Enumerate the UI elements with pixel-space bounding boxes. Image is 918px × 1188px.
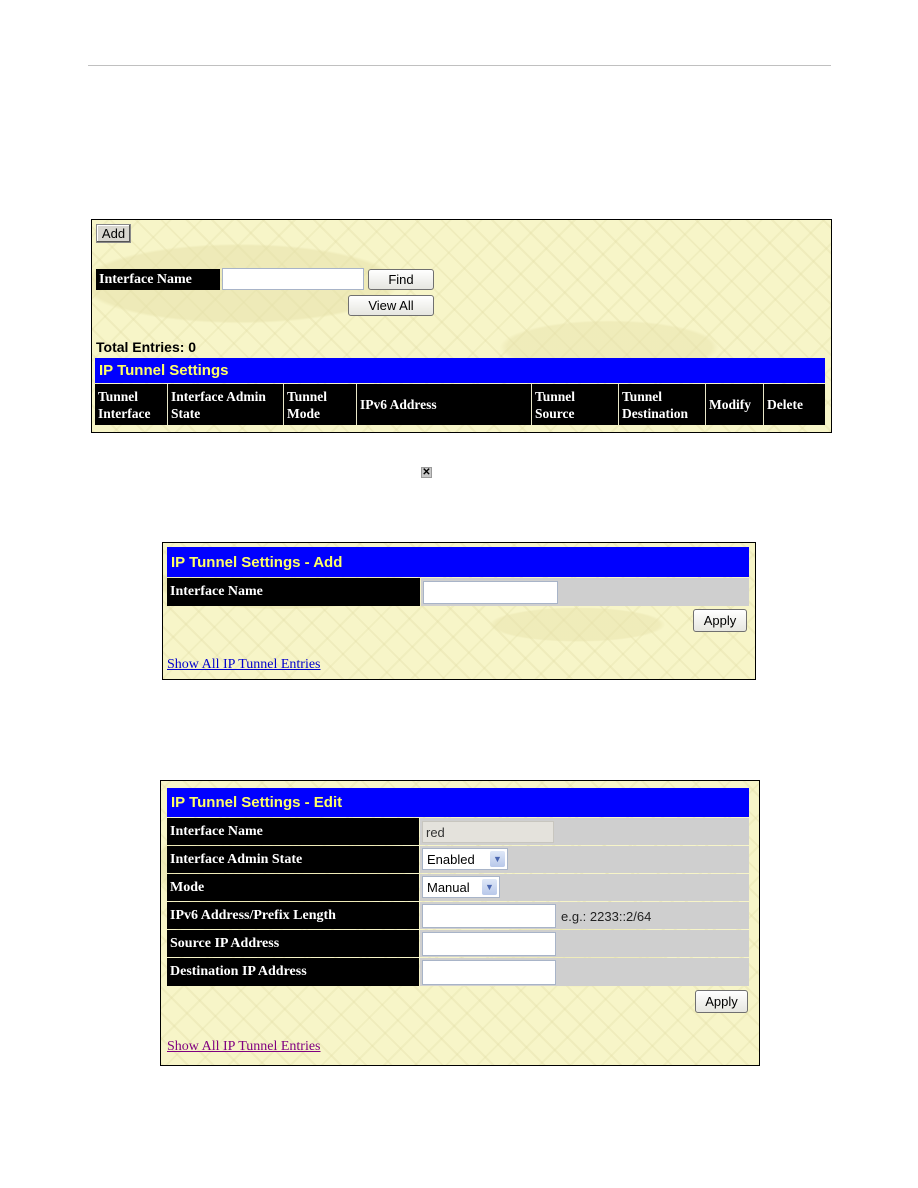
col-tunnel-destination: Tunnel Destination: [619, 384, 706, 425]
col-modify: Modify: [706, 384, 764, 425]
col-tunnel-interface: Tunnel Interface: [95, 384, 168, 425]
add-apply-button[interactable]: Apply: [693, 609, 747, 632]
col-interface-admin-state: Interface Admin State: [168, 384, 284, 425]
mode-select[interactable]: Manual ▼: [422, 876, 500, 898]
ipv6-prefix-input[interactable]: [422, 904, 556, 928]
ip-tunnel-list-panel: Add Interface Name Find View All Total E…: [91, 219, 832, 433]
edit-destination-ip-label: Destination IP Address: [167, 958, 419, 986]
ip-tunnel-edit-panel: IP Tunnel Settings - Edit Interface Name…: [160, 780, 760, 1066]
mode-value: Manual: [427, 879, 470, 895]
col-ipv6-address: IPv6 Address: [357, 384, 532, 425]
edit-source-ip-label: Source IP Address: [167, 930, 419, 957]
interface-name-label: Interface Name: [96, 269, 220, 290]
edit-panel-title: IP Tunnel Settings - Edit: [167, 788, 749, 817]
ip-tunnel-settings-title: IP Tunnel Settings: [95, 358, 825, 383]
chevron-down-icon: ▼: [482, 879, 497, 895]
find-button[interactable]: Find: [368, 269, 434, 290]
delete-x-icon: ✕: [421, 467, 432, 478]
add-show-all-link[interactable]: Show All IP Tunnel Entries: [167, 657, 321, 673]
destination-ip-input[interactable]: [422, 960, 556, 985]
view-all-button[interactable]: View All: [348, 295, 434, 316]
col-delete: Delete: [764, 384, 825, 425]
admin-state-select[interactable]: Enabled ▼: [422, 848, 508, 870]
edit-mode-label: Mode: [167, 874, 419, 901]
add-interface-name-input[interactable]: [423, 581, 558, 604]
chevron-down-icon: ▼: [490, 851, 505, 867]
page-divider: [88, 65, 831, 66]
admin-state-value: Enabled: [427, 851, 475, 867]
source-ip-input[interactable]: [422, 932, 556, 956]
add-panel-title: IP Tunnel Settings - Add: [167, 547, 749, 577]
edit-admin-state-label: Interface Admin State: [167, 846, 419, 873]
interface-name-input[interactable]: [222, 268, 364, 290]
ipv6-prefix-hint: e.g.: 2233::2/64: [561, 909, 652, 924]
add-button[interactable]: Add: [96, 224, 131, 243]
edit-show-all-link[interactable]: Show All IP Tunnel Entries: [167, 1039, 321, 1055]
total-entries: Total Entries: 0: [96, 339, 197, 355]
edit-interface-name-label: Interface Name: [167, 818, 419, 845]
edit-ipv6-prefix-label: IPv6 Address/Prefix Length: [167, 902, 419, 929]
col-tunnel-source: Tunnel Source: [532, 384, 619, 425]
ip-tunnel-add-panel: IP Tunnel Settings - Add Interface Name …: [162, 542, 756, 680]
edit-interface-name-input: red: [422, 821, 554, 843]
col-tunnel-mode: Tunnel Mode: [284, 384, 357, 425]
edit-apply-button[interactable]: Apply: [695, 990, 748, 1013]
add-interface-name-label: Interface Name: [167, 578, 420, 606]
table-header-row: Tunnel Interface Interface Admin State Tun…: [95, 384, 825, 425]
